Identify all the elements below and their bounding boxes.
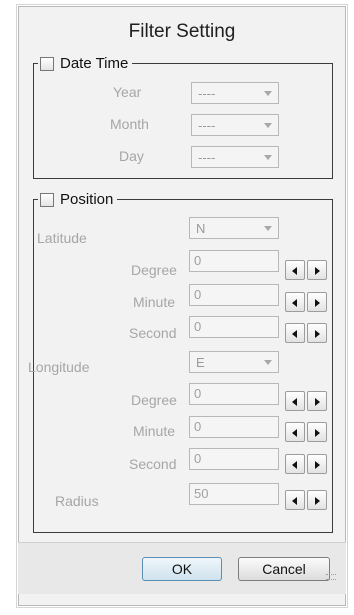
arrow-left-icon: [292, 330, 297, 338]
arrow-right-icon: [315, 497, 320, 505]
latitude-minute-decrement[interactable]: [285, 292, 305, 312]
longitude-second-label: Second: [129, 456, 177, 472]
longitude-degree-input[interactable]: 0: [189, 383, 279, 405]
arrow-right-icon: [315, 330, 320, 338]
latitude-second-label: Second: [129, 325, 177, 341]
day-label: Day: [119, 148, 144, 164]
month-label: Month: [110, 116, 149, 132]
radius-increment[interactable]: [307, 490, 327, 510]
position-checkbox[interactable]: [40, 192, 54, 207]
latitude-second-increment[interactable]: [307, 323, 327, 343]
year-select[interactable]: ----: [191, 82, 279, 104]
arrow-right-icon: [315, 461, 320, 469]
latitude-minute-increment[interactable]: [307, 292, 327, 312]
longitude-second-input[interactable]: 0: [189, 448, 279, 470]
longitude-minute-value: 0: [194, 419, 202, 434]
arrow-left-icon: [292, 497, 297, 505]
latitude-degree-label: Degree: [131, 262, 177, 278]
date-time-checkbox[interactable]: [40, 56, 54, 71]
chevron-down-icon: [264, 91, 272, 96]
arrow-left-icon: [292, 398, 297, 406]
longitude-minute-decrement[interactable]: [285, 422, 305, 442]
latitude-degree-input[interactable]: 0: [189, 250, 279, 272]
arrow-right-icon: [315, 398, 320, 406]
longitude-label: Longitude: [28, 359, 90, 375]
longitude-minute-input[interactable]: 0: [189, 416, 279, 438]
radius-label: Radius: [55, 493, 99, 509]
longitude-degree-increment[interactable]: [307, 391, 327, 411]
radius-decrement[interactable]: [285, 490, 305, 510]
date-time-legend: Date Time: [38, 55, 132, 72]
latitude-minute-input[interactable]: 0: [189, 284, 279, 306]
latitude-second-input[interactable]: 0: [189, 316, 279, 338]
radius-input[interactable]: 50: [189, 483, 279, 505]
latitude-degree-value: 0: [194, 253, 202, 268]
resize-grip-icon[interactable]: [326, 574, 336, 580]
arrow-left-icon: [292, 299, 297, 307]
chevron-down-icon: [264, 360, 272, 365]
arrow-left-icon: [292, 461, 297, 469]
longitude-second-increment[interactable]: [307, 454, 327, 474]
year-select-value: ----: [198, 86, 216, 101]
dialog-title: Filter Setting: [128, 21, 236, 42]
position-legend: Position: [38, 191, 117, 208]
latitude-minute-label: Minute: [133, 294, 176, 310]
latitude-direction-select[interactable]: N: [189, 217, 279, 239]
longitude-degree-value: 0: [194, 386, 202, 401]
longitude-direction-select[interactable]: E: [189, 351, 279, 373]
year-label: Year: [113, 84, 142, 100]
latitude-degree-decrement[interactable]: [285, 260, 305, 280]
longitude-second-decrement[interactable]: [285, 454, 305, 474]
ok-button[interactable]: OK: [142, 557, 222, 581]
latitude-second-decrement[interactable]: [285, 323, 305, 343]
date-time-group: Date Time: [33, 55, 333, 179]
cancel-button[interactable]: Cancel: [238, 557, 330, 581]
chevron-down-icon: [264, 155, 272, 160]
day-select[interactable]: ----: [191, 146, 279, 168]
latitude-direction-value: N: [196, 221, 206, 236]
chevron-down-icon: [264, 123, 272, 128]
longitude-direction-value: E: [196, 355, 205, 370]
filter-setting-dialog: Filter Setting Date Time Year ---- Month…: [18, 6, 346, 606]
arrow-left-icon: [292, 429, 297, 437]
dialog-footer: OK Cancel: [18, 542, 346, 594]
date-time-label: Date Time: [60, 55, 129, 72]
longitude-second-value: 0: [194, 451, 202, 466]
latitude-second-value: 0: [194, 319, 202, 334]
latitude-degree-increment[interactable]: [307, 260, 327, 280]
day-select-value: ----: [198, 150, 216, 165]
longitude-minute-increment[interactable]: [307, 422, 327, 442]
arrow-right-icon: [315, 299, 320, 307]
month-select-value: ----: [198, 118, 216, 133]
longitude-degree-label: Degree: [131, 392, 177, 408]
arrow-right-icon: [315, 267, 320, 275]
latitude-minute-value: 0: [194, 287, 202, 302]
month-select[interactable]: ----: [191, 114, 279, 136]
chevron-down-icon: [264, 226, 272, 231]
longitude-degree-decrement[interactable]: [285, 391, 305, 411]
radius-value: 50: [194, 486, 209, 501]
arrow-left-icon: [292, 267, 297, 275]
latitude-label: Latitude: [37, 230, 87, 246]
longitude-minute-label: Minute: [133, 423, 176, 439]
arrow-right-icon: [315, 429, 320, 437]
position-label: Position: [60, 191, 114, 208]
